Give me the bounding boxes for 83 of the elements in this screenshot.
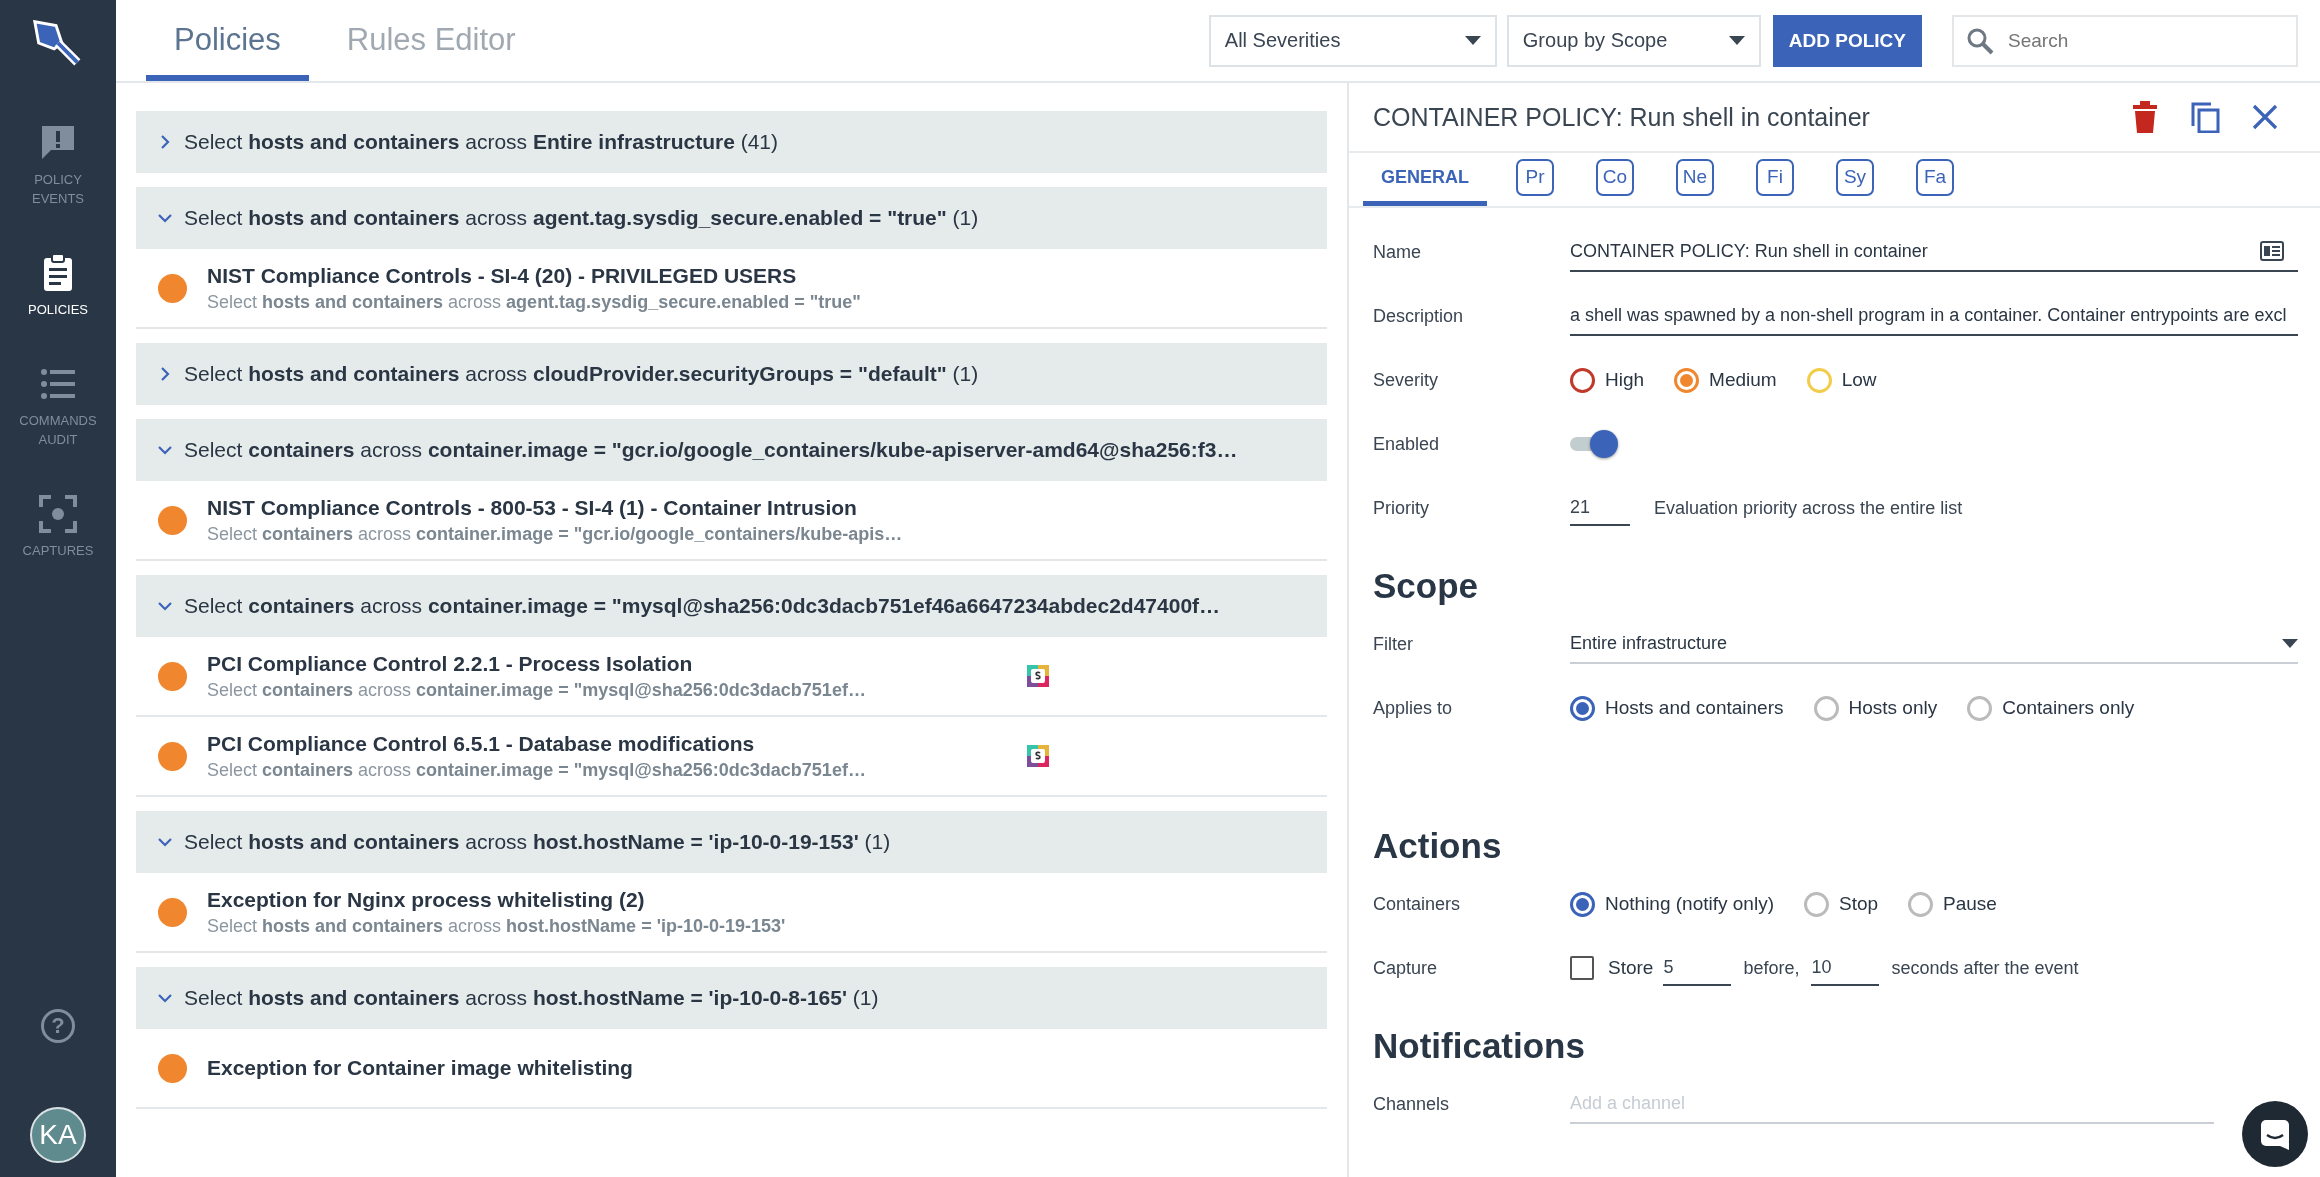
copy-icon[interactable] — [2190, 101, 2220, 133]
policy-row[interactable]: Exception for Container image whitelisting — [136, 1029, 1327, 1109]
radio-option[interactable]: Pause — [1908, 891, 1997, 917]
policy-scope: Select containers across container.image = "gcr.io/google_containers/kube-apis… — [207, 523, 904, 545]
scope-group-label: Select hosts and containers across host.hostName = 'ip-10-0-8-165' (1) — [184, 986, 879, 1010]
scope-group-header[interactable]: Select containers across container.image = "mysql@sha256:0dc3dacb751ef46a6647234abdec2d47400f… — [136, 575, 1327, 637]
policy-title: NIST Compliance Controls - SI-4 (20) - PRIVILEGED USERS — [207, 263, 798, 288]
policy-scope: Select containers across container.image = "mysql@sha256:0dc3dacb751ef… — [207, 759, 867, 781]
nav-item[interactable]: COMMANDS AUDIT — [10, 363, 106, 449]
description-field[interactable]: a shell was spawned by a non-shell program in a container. Container entrypoints are excl — [1570, 296, 2298, 336]
radio-option[interactable]: Hosts only — [1813, 695, 1938, 721]
before-label: before, — [1743, 957, 1800, 979]
policy-scope: Select hosts and containers across agent.tag.sysdig_secure.enabled = "true" — [207, 291, 862, 313]
severity-dropdown[interactable]: All Severities — [1208, 14, 1497, 67]
scope-group-header[interactable]: Select hosts and containers across cloudProvider.securityGroups = "default" (1) — [136, 343, 1327, 405]
store-checkbox[interactable] — [1570, 956, 1594, 980]
policy-row[interactable]: PCI Compliance Control 6.5.1 - Database modifications Select containers across container.image = "mysql@sha256:0dc3dacb751ef… — [136, 717, 1327, 797]
field-label: Filter — [1373, 633, 1414, 655]
policy-title: NIST Compliance Controls - 800-53 - SI-4 (1) - Container Intrusion — [207, 495, 858, 520]
policy-row[interactable]: NIST Compliance Controls - SI-4 (20) - PRIVILEGED USERS Select hosts and containers across agent.tag.sysdig_secure.enabled = "true" — [136, 249, 1327, 329]
field-label: Capture — [1373, 957, 1439, 979]
scope-group-header[interactable]: Select hosts and containers across host.hostName = 'ip-10-0-19-153' (1) — [136, 811, 1327, 873]
policy-row[interactable]: PCI Compliance Control 2.2.1 - Process Isolation Select containers across container.image = "mysql@sha256:0dc3dacb751ef… — [136, 637, 1327, 717]
trash-icon[interactable] — [2130, 101, 2160, 133]
priority-hint: Evaluation priority across the entire list — [1654, 497, 1963, 519]
radio-option[interactable]: Stop — [1803, 891, 1879, 917]
caret-icon — [2282, 638, 2298, 648]
name-field[interactable]: CONTAINER POLICY: Run shell in container — [1570, 232, 2298, 272]
scope-group-header[interactable]: Select hosts and containers across Entire infrastructure (41) — [136, 111, 1327, 173]
scope-group-label: Select hosts and containers across host.hostName = 'ip-10-0-19-153' (1) — [184, 830, 891, 854]
scope-group-header[interactable]: Select hosts and containers across host.hostName = 'ip-10-0-8-165' (1) — [136, 967, 1327, 1029]
radio-option[interactable]: Nothing (notify only) — [1570, 891, 1774, 917]
policy-scope: Select containers across container.image = "mysql@sha256:0dc3dacb751ef… — [207, 679, 867, 701]
add-policy-button[interactable]: ADD POLICY — [1772, 14, 1922, 67]
field-label: Enabled — [1373, 433, 1441, 455]
section-heading: Notifications — [1373, 1026, 1586, 1066]
scope-group-label: Select hosts and containers across Entire infrastructure (41) — [184, 130, 779, 154]
filter-dropdown[interactable]: Entire infrastructure — [1570, 624, 2298, 664]
id-card-icon[interactable] — [2260, 241, 2284, 261]
user-avatar[interactable]: KA — [30, 1107, 86, 1163]
policy-title: Exception for Container image whitelisting — [207, 1056, 634, 1080]
field-label: Name — [1373, 241, 1422, 263]
policy-title: PCI Compliance Control 2.2.1 - Process Isolation — [207, 651, 694, 676]
field-label: Description — [1373, 305, 1465, 327]
radio-option[interactable]: Hosts and containers — [1570, 695, 1784, 721]
caret-icon — [1728, 36, 1745, 45]
scope-group-header[interactable]: Select hosts and containers across agent.tag.sysdig_secure.enabled = "true" (1) — [136, 187, 1327, 249]
radio-option[interactable]: High — [1570, 367, 1645, 393]
policy-row[interactable]: NIST Compliance Controls - 800-53 - SI-4 (1) - Container Intrusion Select containers across container.image = "gcr.io/google_containers/kube-apis… — [136, 481, 1327, 561]
field-label: Containers — [1373, 893, 1462, 915]
capture-frame-icon — [37, 493, 79, 535]
policy-title: Exception for Nginx process whitelisting (2) — [207, 887, 646, 912]
help-icon[interactable]: ? — [41, 1009, 75, 1043]
nav-item[interactable]: POLICY EVENTS — [10, 122, 106, 208]
field-label: Applies to — [1373, 697, 1454, 719]
field-label: Priority — [1373, 497, 1430, 519]
policy-title: PCI Compliance Control 6.5.1 - Database modifications — [207, 731, 756, 756]
nav-item[interactable]: POLICIES — [10, 252, 106, 319]
search-field[interactable]: Search — [1952, 14, 2298, 67]
after-label: seconds after the event — [1891, 957, 2079, 979]
scope-group-label: Select hosts and containers across agent.tag.sysdig_secure.enabled = "true" (1) — [184, 206, 979, 230]
scope-group-label: Select containers across container.image = "mysql@sha256:0dc3dacb751ef46a6647234abdec2d47400f… — [184, 594, 1221, 618]
scope-group-label: Select hosts and containers across cloudProvider.securityGroups = "default" (1) — [184, 362, 979, 386]
radio-option[interactable]: Low — [1806, 367, 1877, 393]
caret-icon — [1464, 36, 1481, 45]
chat-bubble-icon — [2258, 1117, 2292, 1151]
radio-option[interactable]: Medium — [1674, 367, 1777, 393]
page-tab[interactable]: Policies — [146, 0, 309, 81]
policy-row[interactable]: Exception for Nginx process whitelisting (2) Select hosts and containers across host.hostName = 'ip-10-0-19-153' — [136, 873, 1327, 953]
section-heading: Actions — [1373, 826, 1503, 866]
section-tab[interactable]: GENERAL — [1363, 153, 1487, 206]
field-label: Channels — [1373, 1093, 1451, 1115]
scope-group-header[interactable]: Select containers across container.image = "gcr.io/google_containers/kube-apiserver-amd64@sha256:f3… — [136, 419, 1327, 481]
grouping-dropdown[interactable]: Group by Scope — [1506, 14, 1761, 67]
store-label: Store — [1608, 957, 1654, 979]
radio-option[interactable]: Containers only — [1967, 695, 2135, 721]
nav-item[interactable]: CAPTURES — [10, 493, 106, 560]
section-heading: Scope — [1373, 566, 1480, 606]
field-label: Severity — [1373, 369, 1440, 391]
panel-title: CONTAINER POLICY: Run shell in container — [1373, 102, 1871, 132]
policy-scope: Select hosts and containers across host.hostName = 'ip-10-0-19-153' — [207, 915, 787, 937]
scope-group-label: Select containers across container.image = "gcr.io/google_containers/kube-apiserver-amd64@sha256:f3… — [184, 438, 1238, 462]
enabled-toggle[interactable] — [1570, 430, 1618, 458]
